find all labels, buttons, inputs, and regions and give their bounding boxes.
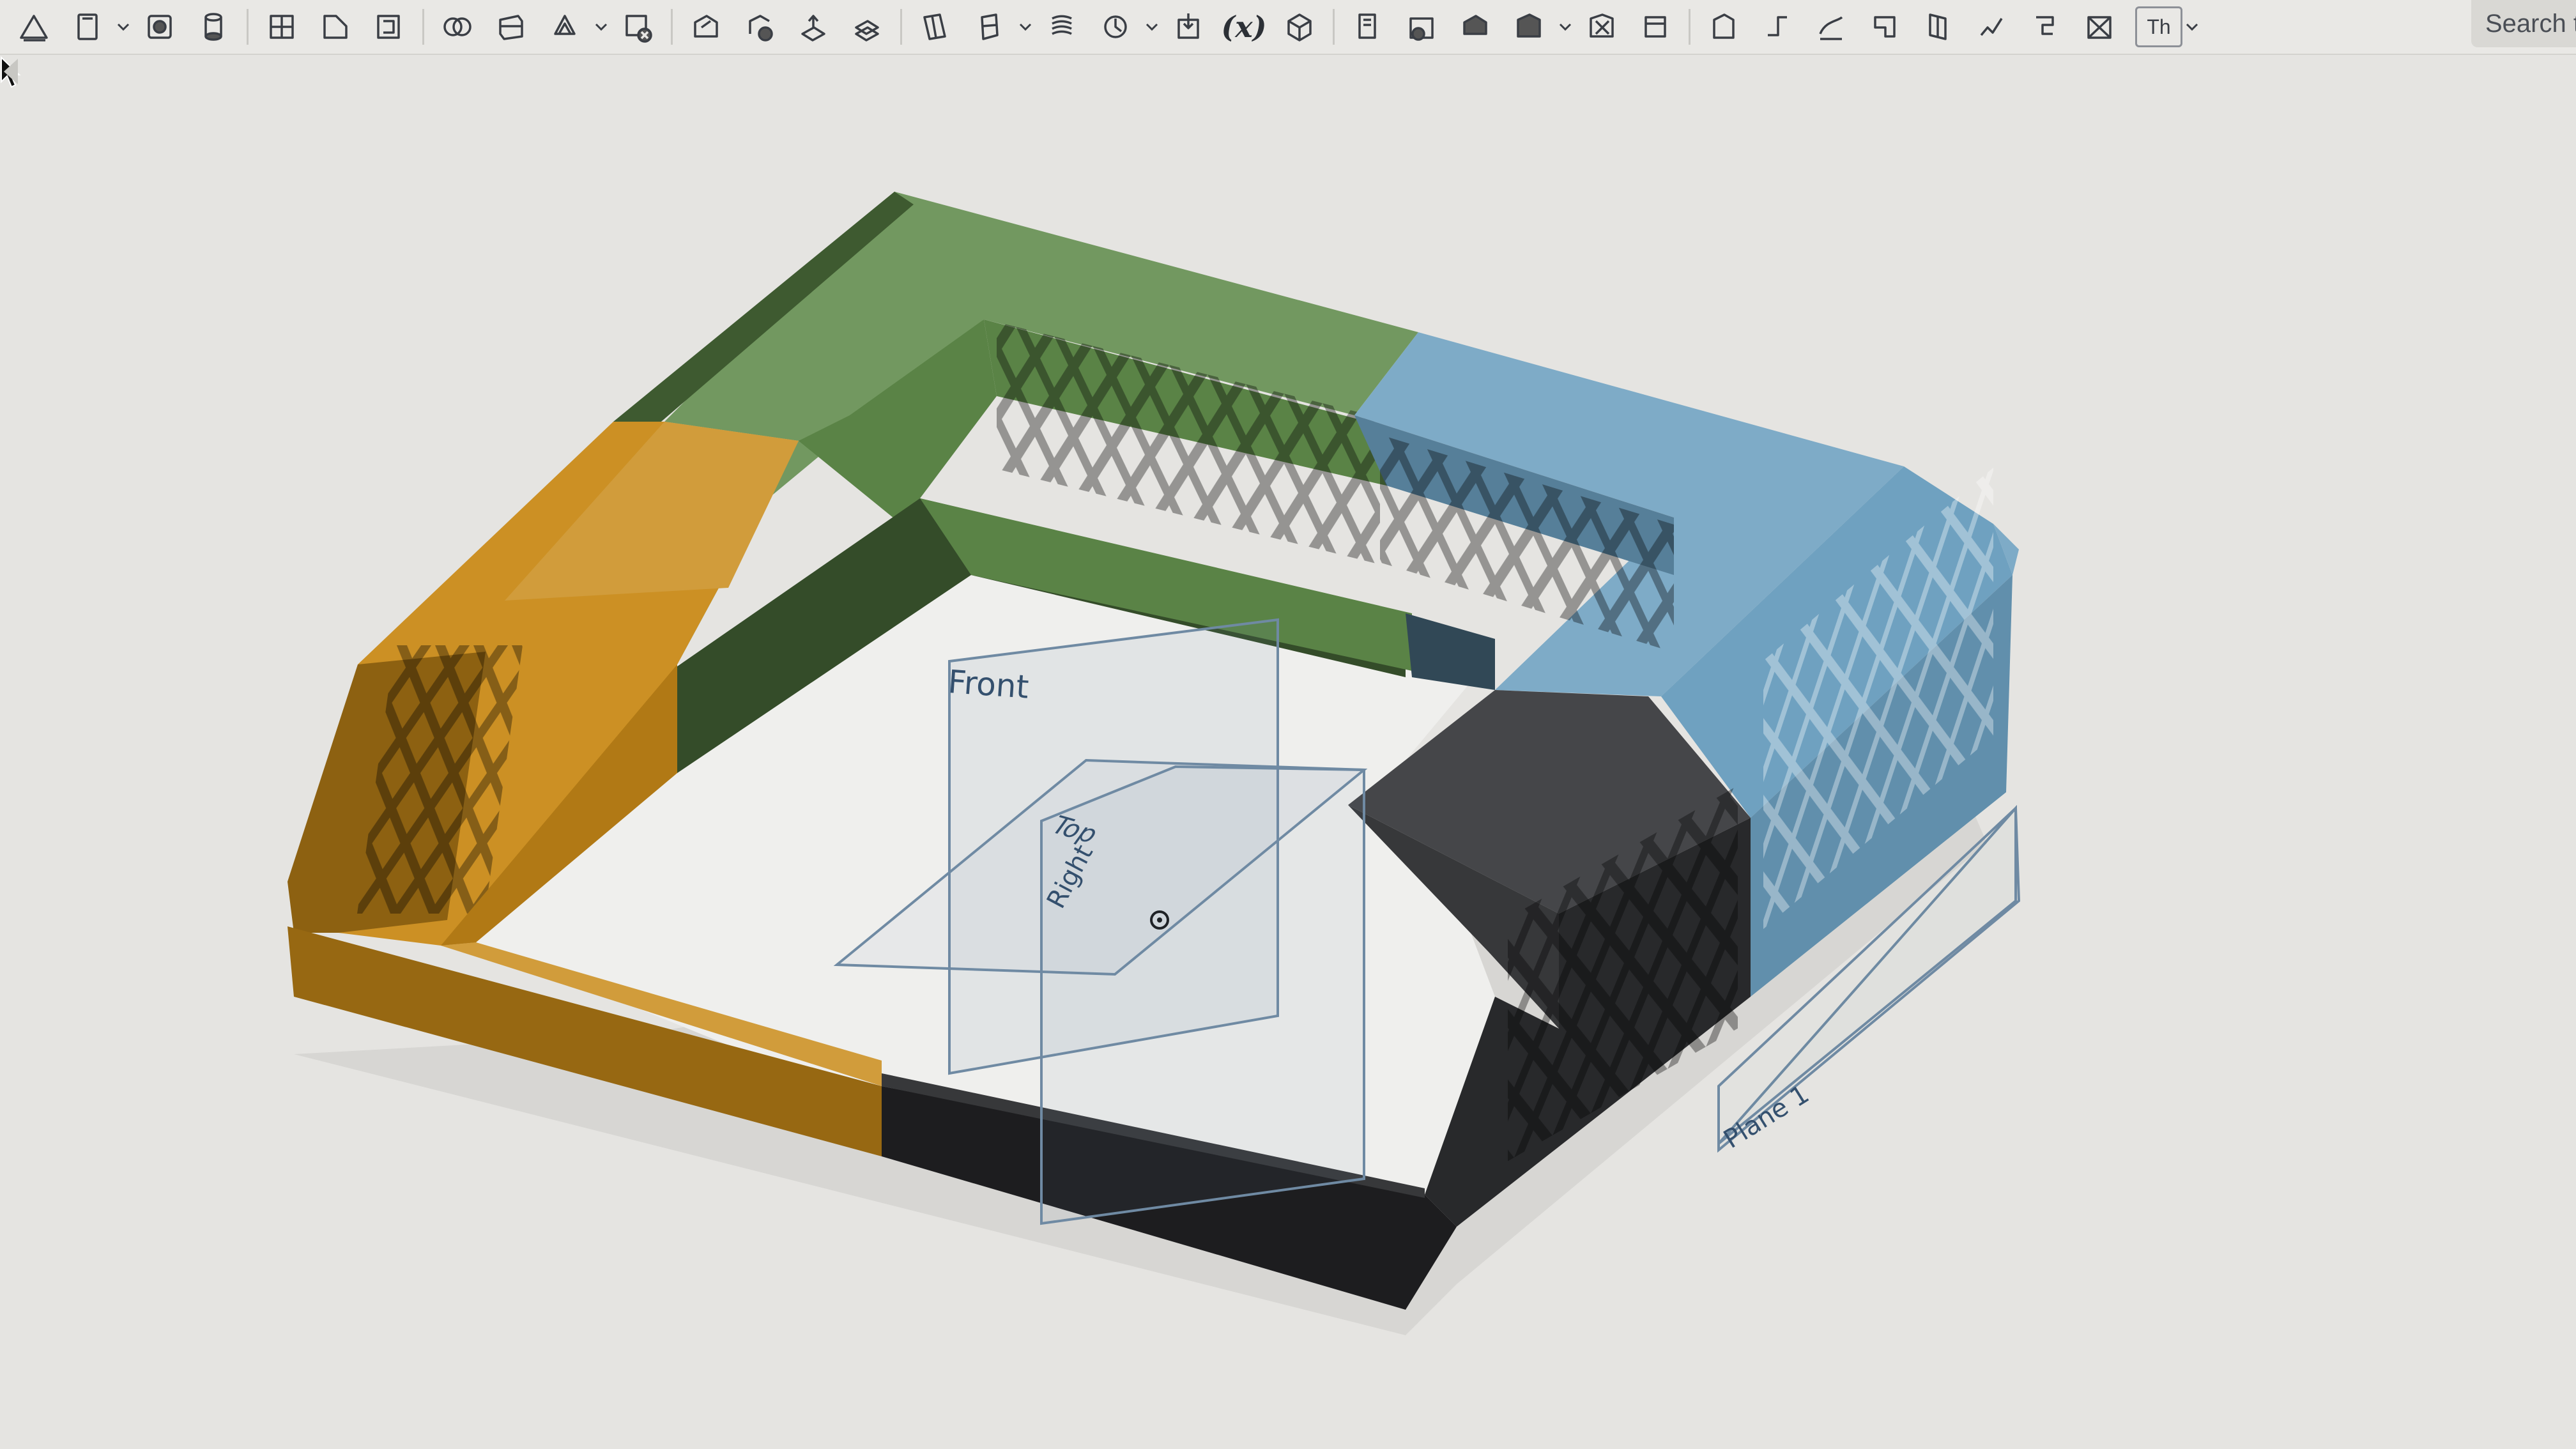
sweep-icon [204,13,222,41]
extrude-button[interactable] [60,1,114,52]
fillet-button[interactable] [255,1,309,52]
plane-label-front[interactable]: Front [947,663,1030,706]
sketch-button[interactable] [6,1,60,52]
replace-face-button[interactable] [733,1,786,52]
fit-spline-button[interactable] [1089,1,1142,52]
corner-icon [1590,13,1614,38]
rib-icon [2036,16,2054,35]
feature-toolbar: (x) Th [0,0,2576,55]
thicken-button[interactable] [840,1,894,52]
shell-button[interactable] [362,1,416,52]
toolbar-separator [900,9,902,45]
helix-button[interactable] [1035,1,1089,52]
toolbar-separator [671,9,673,45]
trim-icon [1768,16,1787,36]
search-tools-input[interactable]: Search t [2471,0,2576,47]
chamfer-icon [323,15,348,39]
transform-icon [554,15,576,35]
sheet-metal-button[interactable] [1341,1,1395,52]
chevron-down-icon [117,23,130,31]
frame-icon [1713,13,1735,39]
mate-connector-button[interactable] [962,1,1016,52]
fit-spline-icon [1104,15,1127,38]
chevron-down-icon [1019,23,1032,31]
tube-button[interactable] [1965,1,2019,52]
chevron-down-icon [1559,23,1572,31]
sheet-metal-icon [1358,13,1376,39]
toolbar-dropdown-button[interactable] [1556,1,1575,52]
move-face-button[interactable] [679,1,733,52]
boolean-button[interactable] [431,1,484,52]
chevron-down-icon [2186,23,2198,31]
variable-button[interactable]: (x) [1215,1,1273,52]
thicken-icon [855,20,879,42]
toolbar-dropdown-button[interactable] [2182,1,2202,52]
split-icon [499,15,523,40]
split-button[interactable] [484,1,538,52]
cut-list-icon [1929,13,1947,40]
rib-button[interactable] [2019,1,2073,52]
plane-icon [923,13,946,40]
gusset-icon [1819,16,1843,40]
toolbar-dropdown-button[interactable] [114,1,133,52]
model-scene[interactable] [0,56,2576,1449]
chevron-down-icon [595,23,608,31]
tube-icon [1980,18,2003,36]
toolbar-dropdown-button[interactable] [1142,1,1162,52]
hem-button[interactable] [1448,1,1502,52]
toolbar-dropdown-button[interactable] [1016,1,1035,52]
derived-button[interactable] [1273,1,1326,52]
delete-part-button[interactable] [611,1,664,52]
transform-button[interactable] [538,1,592,52]
toolbar-separator [1333,9,1335,45]
import-button[interactable] [1162,1,1215,52]
trim-button[interactable] [1751,1,1804,52]
tab-icon [1517,13,1541,38]
delete-part-icon [625,15,652,43]
graphics-viewport[interactable]: Front Top Right Plane 1 [0,56,2576,1449]
move-face-icon [694,15,718,38]
shell-icon [377,15,400,39]
chevron-down-icon [1146,23,1158,31]
corner-button[interactable] [1575,1,1629,52]
custom-feature-button[interactable]: Th [2135,6,2182,47]
cad-application: (x) Th Search t Front Top Right Plane 1 [0,0,2576,1449]
flange-icon [1409,17,1434,41]
chamfer-button[interactable] [309,1,362,52]
cut-list-button[interactable] [1912,1,1965,52]
toolbar-separator [422,9,424,45]
boolean-icon [443,17,471,36]
replace-face-icon [749,15,773,42]
flange-button[interactable] [1395,1,1448,52]
search-tools-label: Search t [2485,9,2576,38]
import-icon [1177,13,1199,39]
bend-relief-button[interactable] [1629,1,1682,52]
fillet-icon [270,15,294,39]
helix-icon [1052,15,1072,35]
plane-button[interactable] [908,1,962,52]
frame-button[interactable] [1697,1,1751,52]
bend-relief-icon [1644,16,1666,38]
offset-surface-button[interactable] [786,1,840,52]
toolbar-separator [1689,9,1690,45]
mate-connector-icon [981,13,999,40]
gusset-button[interactable] [1804,1,1858,52]
toolbar-dropdown-button[interactable] [592,1,611,52]
extrude-icon [77,13,98,40]
end-cap-icon [1874,16,1896,38]
end-cap-button[interactable] [1858,1,1912,52]
revolve-icon [148,15,172,39]
sweep-button[interactable] [187,1,240,52]
toolbar-separator [247,9,249,45]
offset-surface-icon [801,15,825,42]
panel-collapse-icon[interactable] [0,56,22,87]
sketch-icon [20,15,48,42]
section-icon [2087,16,2112,39]
section-button[interactable] [2073,1,2126,52]
tab-button[interactable] [1502,1,1556,52]
derived-icon [1287,13,1312,42]
revolve-button[interactable] [133,1,187,52]
hem-icon [1463,15,1487,35]
